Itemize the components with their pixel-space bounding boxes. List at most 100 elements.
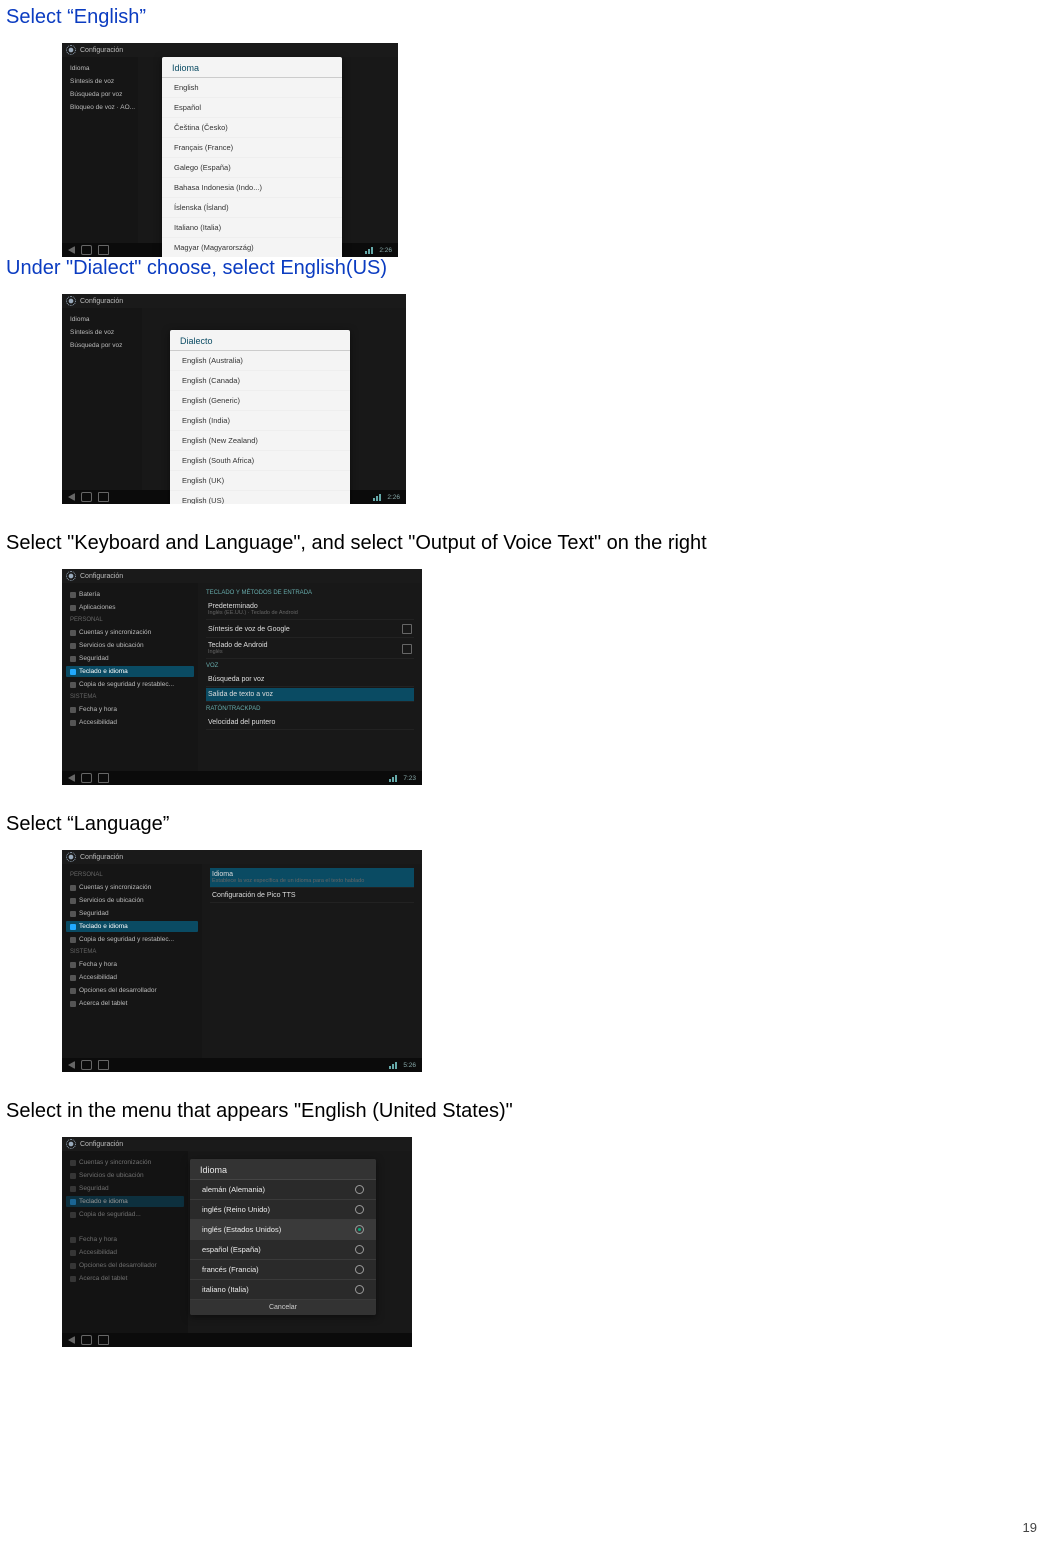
recents-icon[interactable] <box>98 492 109 502</box>
recents-icon[interactable] <box>98 1060 109 1070</box>
settings-icon[interactable] <box>402 624 412 634</box>
instruction-4: Select “Language” <box>6 813 1033 836</box>
row-language[interactable]: IdiomaEstablece la voz específica de un … <box>210 868 414 888</box>
sidebar-item-location[interactable]: Servicios de ubicación <box>66 640 194 651</box>
list-item[interactable]: alemán (Alemania) <box>190 1180 376 1200</box>
sidebar-item-date[interactable]: Fecha y hora <box>66 959 198 970</box>
sidebar-item-accounts[interactable]: Cuentas y sincronización <box>66 882 198 893</box>
back-icon[interactable] <box>68 493 75 501</box>
row-pico-tts[interactable]: Configuración de Pico TTS <box>210 889 414 903</box>
gear-icon <box>66 1139 76 1149</box>
sidebar-item-security[interactable]: Seguridad <box>66 653 194 664</box>
sidebar-item[interactable]: Búsqueda por voz <box>66 89 134 100</box>
section-head-mouse: RATÓN/TRACKPAD <box>206 703 414 715</box>
sidebar-item[interactable]: Idioma <box>66 314 138 325</box>
sidebar-item: Teclado e idioma <box>66 1196 184 1207</box>
row-voice-search[interactable]: Búsqueda por voz <box>206 673 414 687</box>
back-icon[interactable] <box>68 246 75 254</box>
back-icon[interactable] <box>68 1336 75 1344</box>
list-item[interactable]: Italiano (Italia) <box>162 218 342 238</box>
list-item[interactable]: Galego (España) <box>162 158 342 178</box>
list-item[interactable]: English (Canada) <box>170 371 350 391</box>
screenshot-2: Configuración Idioma Síntesis de voz Bús… <box>62 294 406 504</box>
home-icon[interactable] <box>81 492 92 502</box>
list-item-selected[interactable]: inglés (Estados Unidos) <box>190 1220 376 1240</box>
list-item[interactable]: English (Australia) <box>170 351 350 371</box>
dialog-cancel[interactable]: Cancelar <box>190 1300 376 1315</box>
list-item[interactable]: Bahasa Indonesia (Indo...) <box>162 178 342 198</box>
list-item[interactable]: español (España) <box>190 1240 376 1260</box>
list-item[interactable]: Íslenska (Ísland) <box>162 198 342 218</box>
list-item[interactable]: Français (France) <box>162 138 342 158</box>
accessibility-icon <box>70 975 76 981</box>
sidebar-item[interactable]: Búsqueda por voz <box>66 340 138 351</box>
row-android-kbd[interactable]: Teclado de AndroidInglés <box>206 639 414 659</box>
radio-icon <box>355 1185 364 1194</box>
recents-icon[interactable] <box>98 773 109 783</box>
sidebar-item-location[interactable]: Servicios de ubicación <box>66 895 198 906</box>
home-icon[interactable] <box>81 245 92 255</box>
list-item[interactable]: Magyar (Magyarország) <box>162 238 342 257</box>
window-title: Configuración <box>80 298 123 305</box>
sidebar-item-backup[interactable]: Copia de seguridad y restablec... <box>66 934 198 945</box>
sidebar-item-apps[interactable]: Aplicaciones <box>66 602 194 613</box>
home-icon[interactable] <box>81 773 92 783</box>
sidebar-item[interactable]: Idioma <box>66 63 134 74</box>
clock-icon <box>70 707 76 713</box>
list-item[interactable]: English (Generic) <box>170 391 350 411</box>
home-icon[interactable] <box>81 1335 92 1345</box>
row-pointer-speed[interactable]: Velocidad del puntero <box>206 716 414 730</box>
list-item[interactable]: inglés (Reino Unido) <box>190 1200 376 1220</box>
sidebar-item[interactable]: Síntesis de voz <box>66 76 134 87</box>
list-item[interactable]: English (South Africa) <box>170 451 350 471</box>
backup-icon <box>70 1212 76 1218</box>
sidebar-item-battery[interactable]: Batería <box>66 589 194 600</box>
row-default[interactable]: PredeterminadoInglés (EE.UU.) · Teclado … <box>206 600 414 620</box>
list-item[interactable]: Čeština (Česko) <box>162 118 342 138</box>
sidebar-head-sistema: SISTEMA <box>66 947 198 957</box>
sidebar-item-about[interactable]: Acerca del tablet <box>66 998 198 1009</box>
sidebar-item-backup[interactable]: Copia de seguridad y restablec... <box>66 679 194 690</box>
sidebar-item[interactable]: Síntesis de voz <box>66 327 138 338</box>
list-item[interactable]: italiano (Italia) <box>190 1280 376 1300</box>
list-item[interactable]: Español <box>162 98 342 118</box>
clock: 2:26 <box>379 247 392 254</box>
list-item[interactable]: English (US) <box>170 491 350 504</box>
recents-icon[interactable] <box>98 1335 109 1345</box>
screenshot-1: Configuración Idioma Síntesis de voz Bús… <box>62 43 398 257</box>
back-icon[interactable] <box>68 1061 75 1069</box>
instruction-3: Select "Keyboard and Language", and sele… <box>6 532 1033 555</box>
back-icon[interactable] <box>68 774 75 782</box>
wifi-icon <box>365 247 373 254</box>
list-item[interactable]: francés (Francia) <box>190 1260 376 1280</box>
sidebar-item-security[interactable]: Seguridad <box>66 908 198 919</box>
row-google-tts[interactable]: Síntesis de voz de Google <box>206 621 414 638</box>
navbar: 7:23 <box>62 771 422 785</box>
sidebar-item-language[interactable]: Teclado e idioma <box>66 921 198 932</box>
sidebar-item-language[interactable]: Teclado e idioma <box>66 666 194 677</box>
page-number: 19 <box>1023 1520 1037 1535</box>
sidebar-item: Cuentas y sincronización <box>66 1157 184 1168</box>
row-text-to-speech[interactable]: Salida de texto a voz <box>206 688 414 702</box>
sidebar-item-accessibility[interactable]: Accesibilidad <box>66 717 194 728</box>
home-icon[interactable] <box>81 1060 92 1070</box>
window-titlebar: Configuración <box>62 43 398 57</box>
gear-icon <box>66 852 76 862</box>
wifi-icon <box>389 1062 397 1069</box>
sidebar-item-date[interactable]: Fecha y hora <box>66 704 194 715</box>
list-item[interactable]: English (India) <box>170 411 350 431</box>
sidebar: Idioma Síntesis de voz Búsqueda por voz <box>62 308 142 490</box>
clock-icon <box>70 1237 76 1243</box>
sidebar-item[interactable]: Bloqueo de voz · AO... <box>66 102 134 113</box>
list-item[interactable]: English (UK) <box>170 471 350 491</box>
settings-icon[interactable] <box>402 644 412 654</box>
list-item[interactable]: English (New Zealand) <box>170 431 350 451</box>
recents-icon[interactable] <box>98 245 109 255</box>
sidebar-item-accounts[interactable]: Cuentas y sincronización <box>66 627 194 638</box>
sidebar-item-developer[interactable]: Opciones del desarrollador <box>66 985 198 996</box>
section-head-voice: VOZ <box>206 660 414 672</box>
list-item[interactable]: English <box>162 78 342 98</box>
sidebar-item-accessibility[interactable]: Accesibilidad <box>66 972 198 983</box>
sidebar-item: Fecha y hora <box>66 1234 184 1245</box>
sidebar-head <box>66 1222 184 1232</box>
